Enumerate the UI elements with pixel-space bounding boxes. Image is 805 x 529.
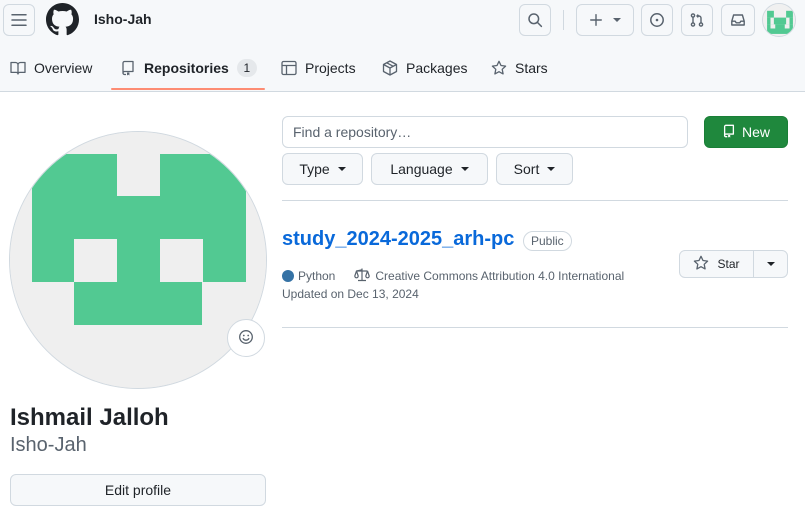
tab-overview[interactable]: Overview: [10, 52, 92, 84]
list-divider: [282, 200, 788, 201]
search-icon: [527, 12, 543, 28]
type-filter-button[interactable]: Type: [282, 153, 363, 185]
law-icon: [354, 267, 371, 286]
repository-language: Python: [298, 269, 336, 283]
sort-button[interactable]: Sort: [496, 153, 573, 185]
pull-requests-button[interactable]: [681, 4, 713, 36]
list-divider: [282, 327, 788, 328]
package-icon: [382, 60, 398, 76]
header-username[interactable]: Isho-Jah: [94, 11, 152, 27]
create-new-button[interactable]: [576, 4, 634, 36]
plus-icon: [589, 13, 603, 27]
star-button[interactable]: Star: [680, 251, 754, 277]
repository-meta: Python Creative Commons Attribution 4.0 …: [282, 268, 624, 284]
selected-tab-indicator: [111, 88, 265, 90]
profile-avatar[interactable]: [9, 131, 267, 389]
visibility-badge: Public: [523, 231, 572, 251]
profile-full-name: Ishmail Jalloh: [10, 404, 169, 431]
book-icon: [10, 60, 26, 76]
repo-icon: [120, 60, 136, 76]
repository-updated: Updated on Dec 13, 2024: [282, 287, 419, 301]
issues-button[interactable]: [641, 4, 673, 36]
filter-label: Type: [299, 161, 330, 177]
header-divider: [563, 10, 564, 30]
find-repository-input[interactable]: [282, 116, 688, 148]
issue-opened-icon: [649, 12, 665, 28]
table-icon: [281, 60, 297, 76]
tab-label: Stars: [515, 60, 548, 76]
open-menu-button[interactable]: [3, 4, 35, 36]
triangle-down-icon: [547, 167, 556, 171]
smiley-icon: [238, 329, 254, 348]
triangle-down-icon: [613, 18, 621, 22]
repositories-count: 1: [236, 59, 257, 77]
set-status-button[interactable]: [227, 319, 265, 357]
tab-repositories[interactable]: Repositories 1: [120, 52, 257, 84]
profile-username: Isho-Jah: [10, 434, 87, 456]
repo-icon: [722, 124, 736, 141]
filter-label: Language: [390, 161, 453, 177]
inbox-icon: [730, 12, 746, 28]
star-button-group: Star: [679, 250, 788, 278]
inbox-button[interactable]: [721, 4, 755, 36]
star-icon: [491, 60, 507, 76]
star-icon: [693, 255, 709, 274]
tab-label: Packages: [406, 60, 468, 76]
tab-stars[interactable]: Stars: [491, 52, 548, 84]
star-lists-dropdown-button[interactable]: [754, 251, 787, 277]
search-button[interactable]: [519, 4, 551, 36]
language-filter-button[interactable]: Language: [371, 153, 488, 185]
new-repository-button[interactable]: New: [704, 116, 788, 148]
tab-packages[interactable]: Packages: [382, 52, 467, 84]
triangle-down-icon: [337, 167, 346, 171]
star-label: Star: [717, 257, 740, 271]
repository-license: Creative Commons Attribution 4.0 Interna…: [375, 269, 625, 283]
tab-projects[interactable]: Projects: [281, 52, 356, 84]
language-color-dot: [282, 270, 294, 282]
app-header: Isho-Jah Overview Repositories 1 Project…: [0, 0, 805, 92]
user-avatar[interactable]: [762, 3, 796, 37]
tab-label: Projects: [305, 60, 356, 76]
hamburger-icon: [11, 12, 27, 28]
edit-profile-button[interactable]: Edit profile: [10, 474, 266, 506]
tab-label: Repositories: [144, 60, 229, 76]
tab-label: Overview: [34, 60, 93, 76]
triangle-down-icon: [766, 262, 775, 266]
repository-name-link[interactable]: study_2024-2025_arh-pc: [282, 228, 514, 251]
github-logo[interactable]: [46, 3, 79, 36]
triangle-down-icon: [460, 167, 469, 171]
new-button-label: New: [741, 124, 770, 140]
git-pull-request-icon: [689, 12, 705, 28]
filter-label: Sort: [513, 161, 540, 177]
